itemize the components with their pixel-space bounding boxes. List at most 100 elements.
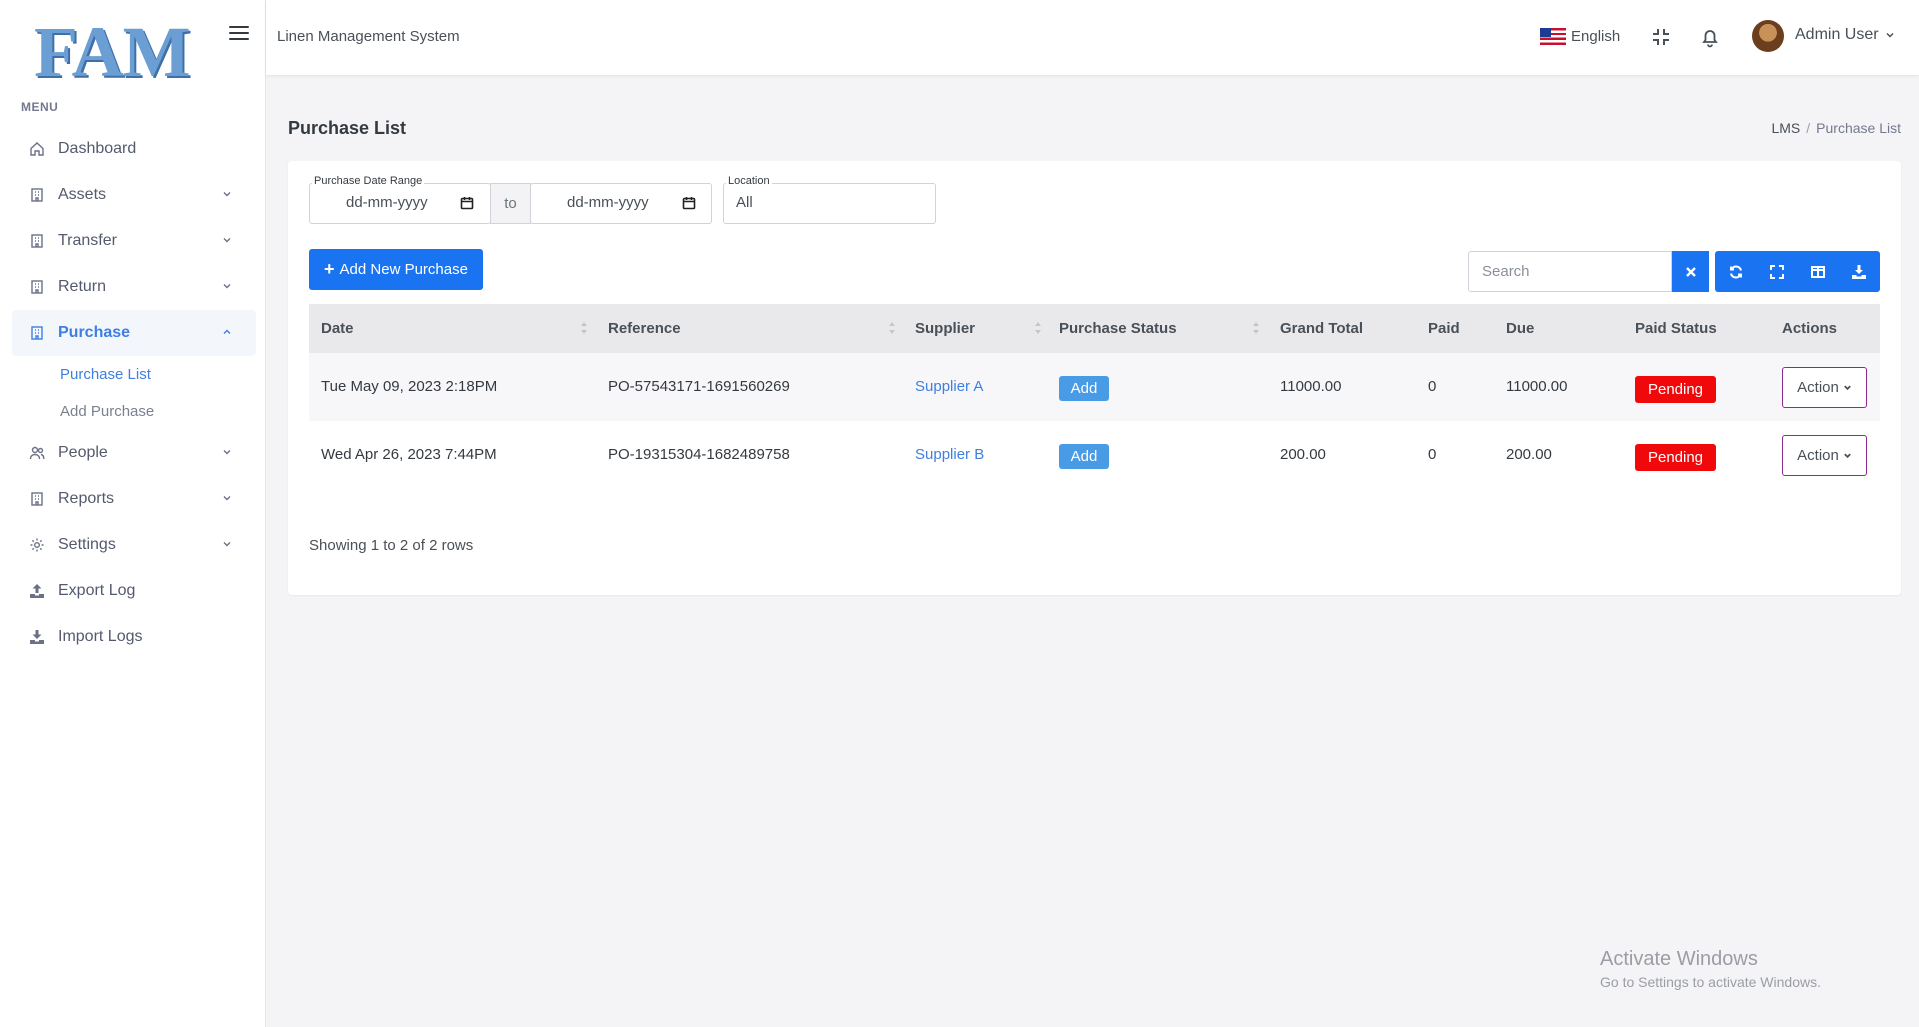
- column-header-grand-total: Grand Total: [1280, 320, 1364, 337]
- location-select[interactable]: Location: [723, 175, 936, 224]
- calendar-icon[interactable]: [682, 196, 696, 210]
- user-name[interactable]: Admin User: [1795, 26, 1879, 44]
- purchase-submenu: Purchase List Add Purchase: [12, 356, 256, 430]
- action-label: Action: [1797, 379, 1839, 396]
- fullscreen-icon: [1769, 264, 1784, 279]
- search-input[interactable]: Search: [1468, 251, 1672, 292]
- breadcrumb-item[interactable]: LMS: [1771, 120, 1800, 136]
- cell-due: 200.00: [1506, 446, 1552, 463]
- plus-icon: +: [324, 259, 335, 279]
- sidebar-item-return[interactable]: Return: [12, 264, 256, 310]
- cell-paid: 0: [1428, 446, 1437, 463]
- brand-logo[interactable]: FAM: [34, 16, 191, 88]
- sidebar-item-label: Settings: [58, 536, 116, 553]
- sidebar: FAM MENU Dashboard Assets Transfer Retur…: [0, 0, 266, 1027]
- column-header-date[interactable]: Date: [321, 320, 354, 337]
- table-row: Tue May 09, 2023 2:18PM PO-57543171-1691…: [309, 353, 1880, 421]
- sidebar-item-label: Reports: [58, 490, 115, 507]
- sidebar-item-transfer[interactable]: Transfer: [12, 218, 256, 264]
- chevron-down-icon: [1844, 453, 1851, 459]
- sidebar-nav: Dashboard Assets Transfer Return Purchas…: [12, 126, 256, 660]
- cell-date: Wed Apr 26, 2023 7:44PM: [321, 446, 497, 463]
- close-icon: [1685, 266, 1696, 277]
- cell-supplier-link[interactable]: Supplier B: [915, 446, 984, 463]
- sidebar-subitem-purchase-list[interactable]: Purchase List: [60, 356, 256, 393]
- sort-icon[interactable]: [1252, 321, 1260, 335]
- table-row: Wed Apr 26, 2023 7:44PM PO-19315304-1682…: [309, 421, 1880, 489]
- sidebar-item-label: Purchase: [58, 324, 131, 341]
- sidebar-item-export-log[interactable]: Export Log: [12, 568, 256, 614]
- action-dropdown-button[interactable]: Action: [1782, 367, 1867, 408]
- home-icon: [28, 140, 46, 158]
- system-title: Linen Management System: [277, 28, 460, 45]
- building-icon: [28, 186, 46, 204]
- date-from-input[interactable]: dd-mm-yyyy: [346, 194, 428, 211]
- column-header-due: Due: [1506, 320, 1535, 337]
- column-header-purchase-status[interactable]: Purchase Status: [1059, 320, 1177, 337]
- page-title: Purchase List: [288, 118, 407, 138]
- cell-date: Tue May 09, 2023 2:18PM: [321, 378, 498, 395]
- cell-reference: PO-57543171-1691560269: [608, 378, 790, 395]
- sidebar-item-settings[interactable]: Settings: [12, 522, 256, 568]
- chevron-down-icon: [223, 284, 231, 289]
- people-icon: [28, 444, 46, 462]
- add-new-purchase-button[interactable]: + Add New Purchase: [309, 249, 483, 290]
- export-button[interactable]: [1838, 251, 1880, 292]
- date-to-input[interactable]: dd-mm-yyyy: [567, 194, 649, 211]
- sidebar-item-dashboard[interactable]: Dashboard: [12, 126, 256, 172]
- sort-icon[interactable]: [580, 321, 588, 335]
- sidebar-item-purchase[interactable]: Purchase: [12, 310, 256, 356]
- cell-supplier-link[interactable]: Supplier A: [915, 378, 983, 395]
- chevron-down-icon: [1844, 385, 1851, 391]
- bell-icon[interactable]: [1699, 26, 1721, 48]
- cell-reference: PO-19315304-1682489758: [608, 446, 790, 463]
- sidebar-item-people[interactable]: People: [12, 430, 256, 476]
- cell-grand-total: 200.00: [1280, 446, 1326, 463]
- chevron-down-icon: [223, 542, 231, 547]
- watermark-title: Activate Windows: [1600, 948, 1758, 970]
- building-icon: [28, 278, 46, 296]
- breadcrumb-current: Purchase List: [1816, 120, 1901, 136]
- chevron-down-icon: [223, 450, 231, 455]
- column-header-reference[interactable]: Reference: [608, 320, 681, 337]
- sidebar-subitem-add-purchase[interactable]: Add Purchase: [60, 393, 256, 430]
- action-dropdown-button[interactable]: Action: [1782, 435, 1867, 476]
- sidebar-item-label: Return: [58, 278, 107, 295]
- date-range-label: Purchase Date Range: [312, 175, 425, 187]
- location-label: Location: [726, 175, 772, 187]
- chevron-down-icon: [223, 238, 231, 243]
- columns-icon: [1810, 265, 1825, 278]
- gear-icon: [28, 536, 46, 554]
- cell-due: 11000.00: [1506, 378, 1568, 395]
- chevron-down-icon[interactable]: [1885, 30, 1895, 40]
- sort-icon[interactable]: [1034, 321, 1042, 335]
- cell-paid: 0: [1428, 378, 1437, 395]
- language-label: English: [1571, 28, 1621, 45]
- menu-icon[interactable]: [229, 26, 249, 42]
- sidebar-item-assets[interactable]: Assets: [12, 172, 256, 218]
- sort-icon[interactable]: [888, 321, 896, 335]
- column-header-supplier[interactable]: Supplier: [915, 320, 975, 337]
- menu-title: MENU: [21, 100, 59, 114]
- columns-button[interactable]: [1797, 251, 1838, 292]
- sidebar-item-import-logs[interactable]: Import Logs: [12, 614, 256, 660]
- location-value: All: [736, 194, 753, 211]
- add-new-purchase-label: Add New Purchase: [339, 261, 468, 278]
- sidebar-item-label: Assets: [58, 186, 107, 203]
- paid-status-badge: Pending: [1635, 444, 1716, 471]
- fullscreen-button[interactable]: [1756, 251, 1797, 292]
- language-selector[interactable]: English: [1540, 28, 1620, 45]
- date-range-to-label: to: [490, 183, 531, 224]
- windows-activation-watermark: Activate Windows Go to Settings to activ…: [1600, 948, 1821, 990]
- cell-grand-total: 11000.00: [1280, 378, 1342, 395]
- clear-search-button[interactable]: [1672, 251, 1709, 292]
- collapse-fullscreen-icon[interactable]: [1650, 26, 1672, 48]
- download-icon: [28, 628, 46, 646]
- paid-status-badge: Pending: [1635, 376, 1716, 403]
- calendar-icon[interactable]: [460, 196, 474, 210]
- sidebar-item-label: Dashboard: [58, 140, 137, 157]
- sidebar-item-reports[interactable]: Reports: [12, 476, 256, 522]
- refresh-button[interactable]: [1715, 251, 1756, 292]
- building-icon: [28, 324, 46, 342]
- avatar[interactable]: [1752, 20, 1784, 52]
